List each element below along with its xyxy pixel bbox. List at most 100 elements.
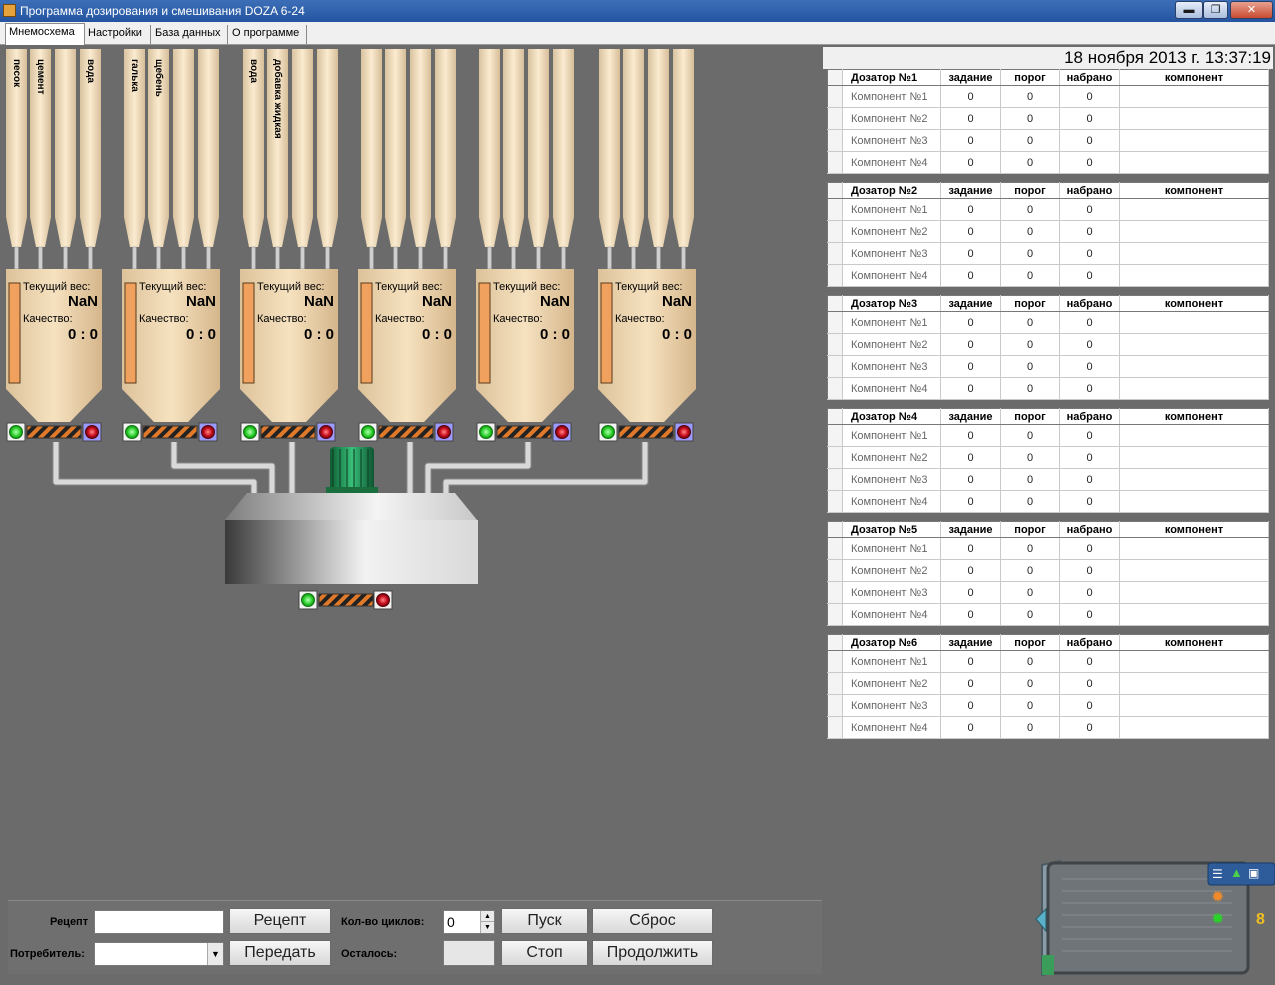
- collected-cell[interactable]: 0: [1059, 129, 1120, 152]
- collected-cell[interactable]: 0: [1059, 220, 1120, 243]
- threshold-cell[interactable]: 0: [1000, 377, 1060, 400]
- stepper-down-icon[interactable]: ▼: [480, 922, 494, 933]
- task-cell[interactable]: 0: [940, 220, 1001, 243]
- table-row[interactable]: Компонент №4 0 0 0: [827, 603, 1269, 626]
- table-row[interactable]: Компонент №1 0 0 0: [827, 311, 1269, 334]
- task-cell[interactable]: 0: [940, 537, 1001, 560]
- threshold-cell[interactable]: 0: [1000, 85, 1060, 108]
- row-header-cell[interactable]: [827, 220, 843, 243]
- component-cell[interactable]: [1119, 333, 1269, 356]
- table-row[interactable]: Компонент №1 0 0 0: [827, 650, 1269, 673]
- task-cell[interactable]: 0: [940, 242, 1001, 265]
- row-header-cell[interactable]: [827, 446, 843, 469]
- table-row[interactable]: Компонент №3 0 0 0: [827, 468, 1269, 491]
- collected-cell[interactable]: 0: [1059, 559, 1120, 582]
- row-header-cell[interactable]: [827, 672, 843, 695]
- table-row[interactable]: Компонент №2 0 0 0: [827, 220, 1269, 243]
- table-row[interactable]: Компонент №3 0 0 0: [827, 355, 1269, 378]
- cycles-stepper[interactable]: 0 ▲ ▼: [443, 910, 495, 934]
- row-header-cell[interactable]: [827, 355, 843, 378]
- threshold-cell[interactable]: 0: [1000, 537, 1060, 560]
- threshold-cell[interactable]: 0: [1000, 424, 1060, 447]
- continue-button[interactable]: Продолжить: [592, 940, 713, 966]
- row-header-cell[interactable]: [827, 716, 843, 739]
- threshold-cell[interactable]: 0: [1000, 198, 1060, 221]
- task-cell[interactable]: 0: [940, 264, 1001, 287]
- collected-cell[interactable]: 0: [1059, 85, 1120, 108]
- collected-cell[interactable]: 0: [1059, 446, 1120, 469]
- table-row[interactable]: Компонент №4 0 0 0: [827, 264, 1269, 287]
- task-cell[interactable]: 0: [940, 716, 1001, 739]
- minimize-button[interactable]: ▬: [1175, 1, 1203, 19]
- task-cell[interactable]: 0: [940, 151, 1001, 174]
- triangle-up-icon[interactable]: ▲: [1230, 866, 1244, 880]
- collected-cell[interactable]: 0: [1059, 264, 1120, 287]
- recipe-button[interactable]: Рецепт: [229, 908, 331, 934]
- collected-cell[interactable]: 0: [1059, 650, 1120, 673]
- row-header-cell[interactable]: [827, 490, 843, 513]
- collected-cell[interactable]: 0: [1059, 537, 1120, 560]
- row-header-cell[interactable]: [827, 377, 843, 400]
- component-cell[interactable]: [1119, 311, 1269, 334]
- component-cell[interactable]: [1119, 559, 1269, 582]
- table-row[interactable]: Компонент №4 0 0 0: [827, 490, 1269, 513]
- table-row[interactable]: Компонент №2 0 0 0: [827, 672, 1269, 695]
- gate-valve[interactable]: [26, 425, 82, 439]
- task-cell[interactable]: 0: [940, 559, 1001, 582]
- threshold-cell[interactable]: 0: [1000, 264, 1060, 287]
- recipe-input[interactable]: [94, 910, 224, 934]
- task-cell[interactable]: 0: [940, 650, 1001, 673]
- threshold-cell[interactable]: 0: [1000, 333, 1060, 356]
- task-cell[interactable]: 0: [940, 581, 1001, 604]
- row-header-cell[interactable]: [827, 603, 843, 626]
- threshold-cell[interactable]: 0: [1000, 242, 1060, 265]
- collected-cell[interactable]: 0: [1059, 672, 1120, 695]
- task-cell[interactable]: 0: [940, 333, 1001, 356]
- component-cell[interactable]: [1119, 107, 1269, 130]
- menu-icon[interactable]: ☰: [1212, 867, 1226, 881]
- gate-valve[interactable]: [378, 425, 434, 439]
- collected-cell[interactable]: 0: [1059, 581, 1120, 604]
- table-row[interactable]: Компонент №4 0 0 0: [827, 151, 1269, 174]
- gate-valve[interactable]: [496, 425, 552, 439]
- tab-about[interactable]: О программе: [229, 25, 307, 44]
- component-cell[interactable]: [1119, 424, 1269, 447]
- table-row[interactable]: Компонент №2 0 0 0: [827, 333, 1269, 356]
- threshold-cell[interactable]: 0: [1000, 107, 1060, 130]
- task-cell[interactable]: 0: [940, 672, 1001, 695]
- component-cell[interactable]: [1119, 264, 1269, 287]
- component-cell[interactable]: [1119, 242, 1269, 265]
- task-cell[interactable]: 0: [940, 129, 1001, 152]
- consumer-select[interactable]: ▼: [94, 942, 224, 966]
- task-cell[interactable]: 0: [940, 377, 1001, 400]
- threshold-cell[interactable]: 0: [1000, 311, 1060, 334]
- component-cell[interactable]: [1119, 468, 1269, 491]
- threshold-cell[interactable]: 0: [1000, 151, 1060, 174]
- tab-database[interactable]: База данных: [152, 25, 228, 44]
- component-cell[interactable]: [1119, 355, 1269, 378]
- component-cell[interactable]: [1119, 446, 1269, 469]
- collected-cell[interactable]: 0: [1059, 424, 1120, 447]
- threshold-cell[interactable]: 0: [1000, 129, 1060, 152]
- collected-cell[interactable]: 0: [1059, 377, 1120, 400]
- task-cell[interactable]: 0: [940, 85, 1001, 108]
- row-header-cell[interactable]: [827, 650, 843, 673]
- row-header-cell[interactable]: [827, 264, 843, 287]
- component-cell[interactable]: [1119, 603, 1269, 626]
- stepper-up-icon[interactable]: ▲: [480, 911, 494, 922]
- stop-button[interactable]: Стоп: [501, 940, 588, 966]
- threshold-cell[interactable]: 0: [1000, 694, 1060, 717]
- chevron-down-icon[interactable]: ▼: [207, 943, 223, 965]
- task-cell[interactable]: 0: [940, 424, 1001, 447]
- tab-settings[interactable]: Настройки: [85, 25, 151, 44]
- table-row[interactable]: Компонент №2 0 0 0: [827, 446, 1269, 469]
- collected-cell[interactable]: 0: [1059, 151, 1120, 174]
- tab-mnemonic[interactable]: Мнемосхема: [5, 23, 85, 45]
- start-button[interactable]: Пуск: [501, 908, 588, 934]
- close-button[interactable]: ✕: [1230, 1, 1273, 19]
- table-row[interactable]: Компонент №4 0 0 0: [827, 716, 1269, 739]
- component-cell[interactable]: [1119, 672, 1269, 695]
- window-icon[interactable]: ▣: [1248, 866, 1262, 880]
- table-row[interactable]: Компонент №1 0 0 0: [827, 537, 1269, 560]
- row-header-cell[interactable]: [827, 581, 843, 604]
